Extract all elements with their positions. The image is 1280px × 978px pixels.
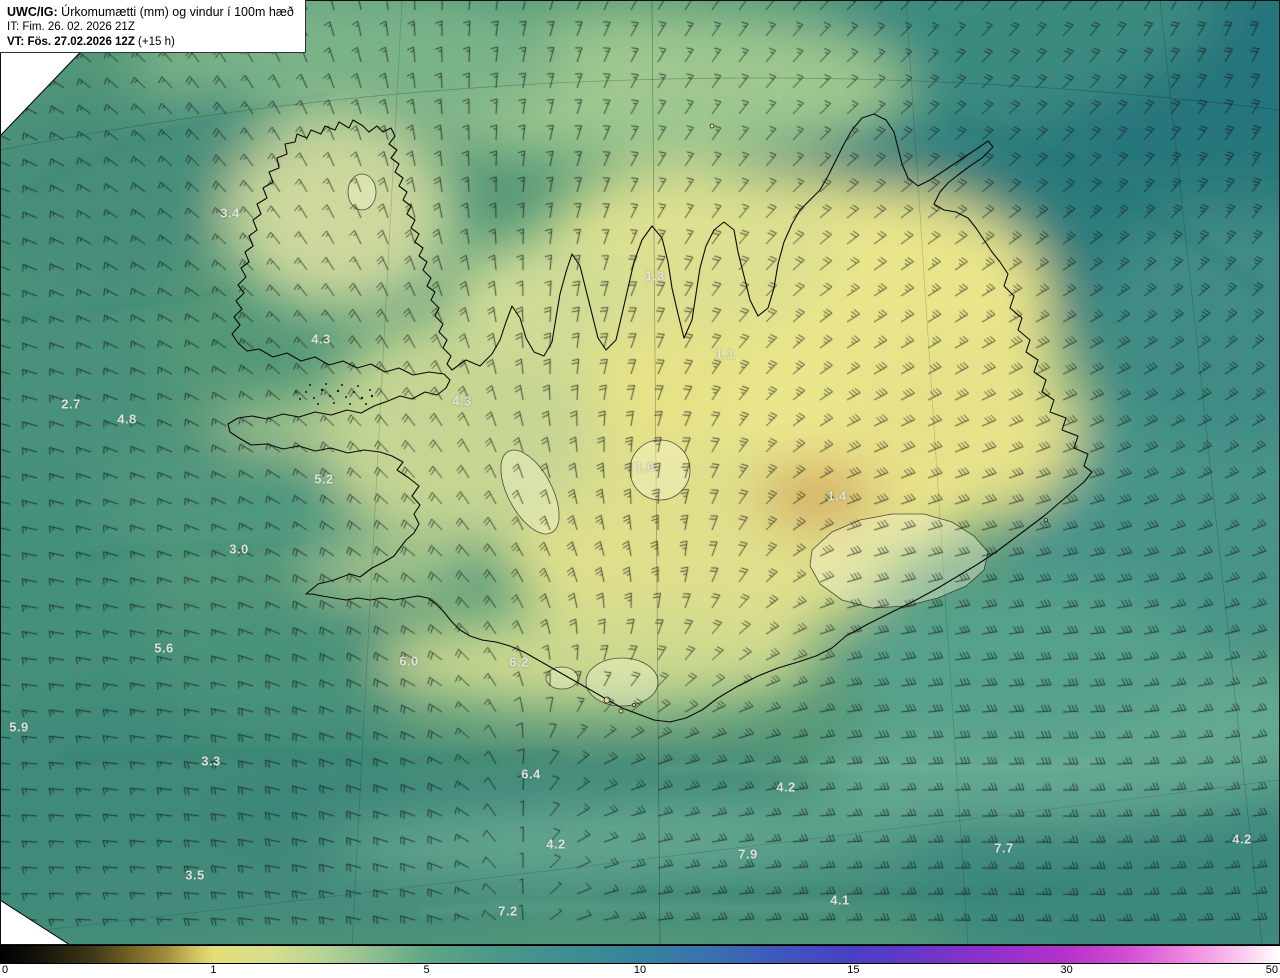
colorbar-tick-label: 0 <box>2 964 9 976</box>
product-title: Úrkomumætti (mm) og vindur í 100m hæð <box>57 5 294 19</box>
map-area: 3.4 4.3 2.7 4.8 4.3 5.2 3.0 5.6 6.0 6.2 5.9 3.3 6.4 4… <box>0 0 1280 946</box>
colorbar-tick-label: 30 <box>1060 964 1073 976</box>
init-time-line: IT: Fim. 26. 02. 2026 21Z <box>7 21 135 33</box>
product-title-line: UWC/IG: Úrkomumætti (mm) og vindur í 100… <box>7 4 298 20</box>
valid-time: VT: Fös. 27.02.2026 12Z <box>7 36 135 48</box>
valid-time-line: VT: Fös. 27.02.2026 12Z (+15 h) <box>7 35 298 50</box>
colorbar-ticks: 0 1 5 10 15 30 50 <box>0 964 1280 978</box>
product-code: UWC/IG: <box>7 5 58 19</box>
colorbar-tick-label: 1 <box>210 964 217 976</box>
weather-map: 3.4 4.3 2.7 4.8 4.3 5.2 3.0 5.6 6.0 6.2 5.9 3.3 6.4 4… <box>0 0 1280 978</box>
colorbar-gradient <box>0 945 1280 964</box>
colorbar-tick-label: 5 <box>423 964 430 976</box>
map-corner-mask <box>0 0 1280 945</box>
colorbar-tick-label: 10 <box>633 964 647 976</box>
valid-time-offset: (+15 h) <box>134 36 175 48</box>
colorbar: 0 1 5 10 15 30 50 <box>0 945 1280 978</box>
colorbar-tick-label: 50 <box>1265 964 1278 976</box>
map-border <box>0 0 1280 945</box>
colorbar-tick-label: 15 <box>847 964 860 976</box>
title-box: UWC/IG: Úrkomumætti (mm) og vindur í 100… <box>0 0 306 53</box>
